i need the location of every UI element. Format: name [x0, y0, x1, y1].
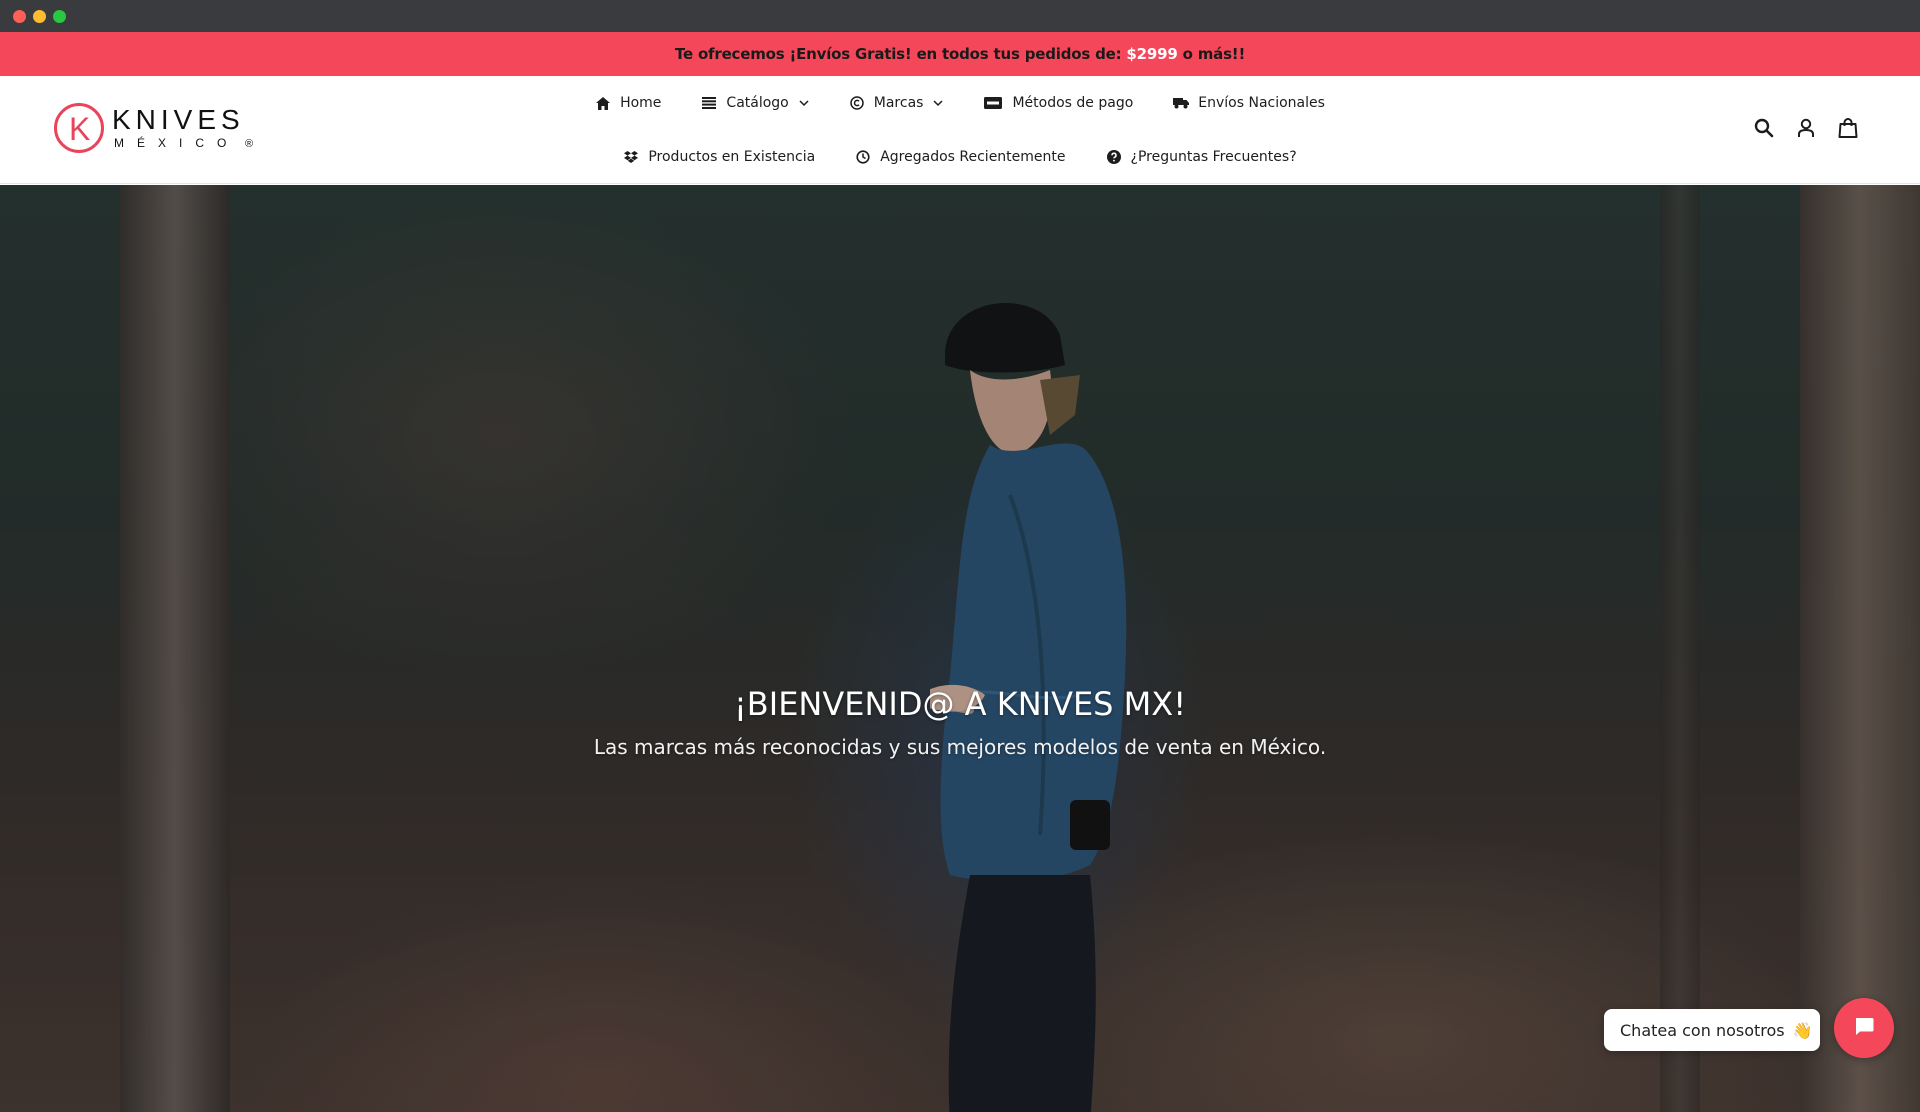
announcement-prefix: Te ofrecemos ¡Envíos Gratis! en todos tu…: [674, 45, 1122, 63]
nav-metodos-pago[interactable]: Métodos de pago: [963, 88, 1153, 118]
nav-marcas-label: Marcas: [873, 95, 924, 111]
truck-icon: [1173, 95, 1190, 111]
hero-subtitle: Las marcas más reconocidas y sus mejores…: [593, 735, 1327, 759]
chevron-down-icon: [799, 98, 809, 108]
window-titlebar: [0, 0, 1920, 32]
announcement-amount: $2999: [1126, 45, 1178, 63]
hero-banner: ¡BIENVENID@ A KNIVES MX! Las marcas más …: [0, 185, 1920, 1112]
chevron-down-icon: [933, 98, 943, 108]
close-window-button[interactable]: [13, 10, 26, 23]
maximize-window-button[interactable]: [53, 10, 66, 23]
nav-envios-label: Envíos Nacionales: [1198, 95, 1325, 111]
account-icon: [1797, 118, 1815, 143]
announcement-suffix: o más!!: [1182, 45, 1246, 63]
question-circle-icon: [1106, 149, 1122, 165]
nav-catalogo-label: Catálogo: [726, 95, 789, 111]
chat-icon: [1853, 1015, 1875, 1042]
nav-marcas[interactable]: Marcas: [829, 88, 964, 118]
site-header: K KNIVES MÉXICO ® Home Catálogo Marcas M…: [0, 76, 1920, 184]
hero-title: ¡BIENVENID@ A KNIVES MX!: [733, 685, 1187, 723]
dropbox-icon: [623, 149, 639, 165]
waving-hand-icon: 👋: [1792, 1020, 1813, 1040]
nav-agregados-recientemente[interactable]: Agregados Recientemente: [835, 142, 1085, 172]
nav-preguntas-label: ¿Preguntas Frecuentes?: [1130, 149, 1297, 165]
chat-prompt-bubble[interactable]: Chatea con nosotros 👋: [1604, 1009, 1820, 1051]
search-button[interactable]: [1752, 118, 1776, 142]
home-icon: [595, 95, 611, 111]
nav-agregados-label: Agregados Recientemente: [880, 149, 1066, 165]
cart-icon: [1838, 117, 1858, 143]
header-actions: [1752, 117, 1860, 143]
minimize-window-button[interactable]: [33, 10, 46, 23]
account-button[interactable]: [1794, 118, 1818, 142]
visa-card-icon: [983, 95, 1003, 111]
nav-home-label: Home: [620, 95, 662, 111]
nav-metodos-pago-label: Métodos de pago: [1012, 95, 1134, 111]
chat-launcher-button[interactable]: [1834, 998, 1894, 1058]
nav-preguntas-frecuentes[interactable]: ¿Preguntas Frecuentes?: [1086, 142, 1317, 172]
nav-productos-label: Productos en Existencia: [648, 149, 816, 165]
clock-icon: [855, 149, 871, 165]
list-icon: [701, 95, 717, 111]
chat-prompt-label: Chatea con nosotros: [1620, 1020, 1785, 1040]
nav-productos-existencia[interactable]: Productos en Existencia: [603, 142, 835, 172]
nav-envios-nacionales[interactable]: Envíos Nacionales: [1153, 88, 1345, 118]
cart-button[interactable]: [1836, 117, 1860, 143]
copyright-icon: [849, 95, 865, 111]
nav-catalogo[interactable]: Catálogo: [681, 88, 828, 118]
main-nav-row-2: Productos en Existencia Agregados Recien…: [0, 142, 1920, 172]
main-nav-row-1: Home Catálogo Marcas Métodos de pago Env…: [0, 88, 1920, 118]
announcement-bar: Te ofrecemos ¡Envíos Gratis! en todos tu…: [0, 32, 1920, 76]
hero-overlay: [0, 185, 1920, 1112]
search-icon: [1754, 118, 1774, 143]
nav-home[interactable]: Home: [575, 88, 681, 118]
